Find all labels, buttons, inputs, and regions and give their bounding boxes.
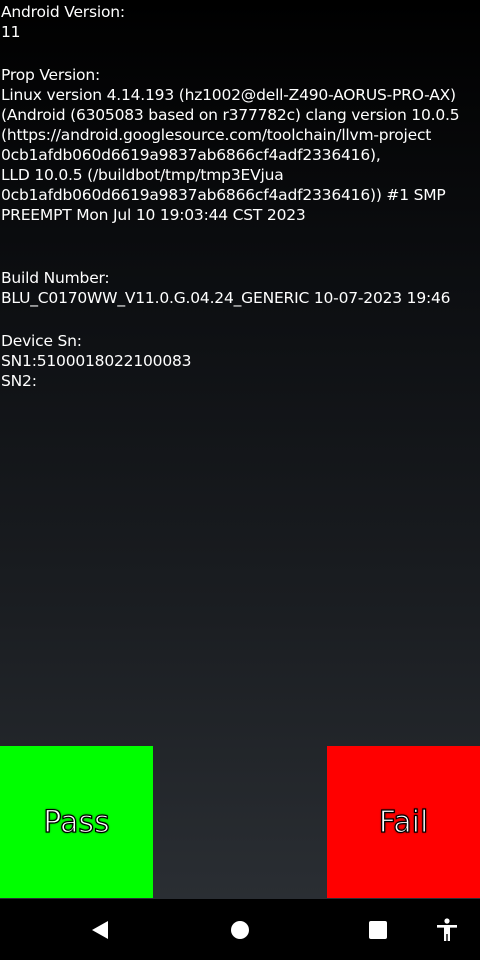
navigation-bar xyxy=(0,899,480,960)
prop-version-line: (Android (6305083 based on r377782c) cla… xyxy=(1,106,460,124)
prop-version-line: LLD 10.0.5 (/buildbot/tmp/tmp3EVjua xyxy=(1,166,284,184)
device-info-panel: Android Version: 11 Prop Version: Linux … xyxy=(1,2,479,391)
sn1-value: SN1:5100018022100083 xyxy=(1,352,192,370)
prop-version-line: 0cb1afdb060d6619a9837ab6866cf4adf2336416… xyxy=(1,186,446,204)
home-icon[interactable] xyxy=(228,918,252,942)
fail-button[interactable]: Fail xyxy=(327,746,480,898)
sn2-value: SN2: xyxy=(1,372,37,390)
device-sn-label: Device Sn: xyxy=(1,332,82,350)
pass-button[interactable]: Pass xyxy=(0,746,153,898)
build-number-label: Build Number: xyxy=(1,269,110,287)
build-number-value: BLU_C0170WW_V11.0.G.04.24_GENERIC 10-07-… xyxy=(1,289,451,307)
accessibility-icon[interactable] xyxy=(435,918,459,942)
back-icon[interactable] xyxy=(88,918,112,942)
prop-version-line: Linux version 4.14.193 (hz1002@dell-Z490… xyxy=(1,86,456,104)
prop-version-line: PREEMPT Mon Jul 10 19:03:44 CST 2023 xyxy=(1,206,306,224)
prop-version-label: Prop Version: xyxy=(1,66,100,84)
screen: Android Version: 11 Prop Version: Linux … xyxy=(0,0,480,960)
recents-icon[interactable] xyxy=(366,918,390,942)
prop-version-line: (https://android.googlesource.com/toolch… xyxy=(1,126,432,144)
android-version-label: Android Version: xyxy=(1,3,125,21)
prop-version-line: 0cb1afdb060d6619a9837ab6866cf4adf2336416… xyxy=(1,146,381,164)
android-version-value: 11 xyxy=(1,23,21,41)
